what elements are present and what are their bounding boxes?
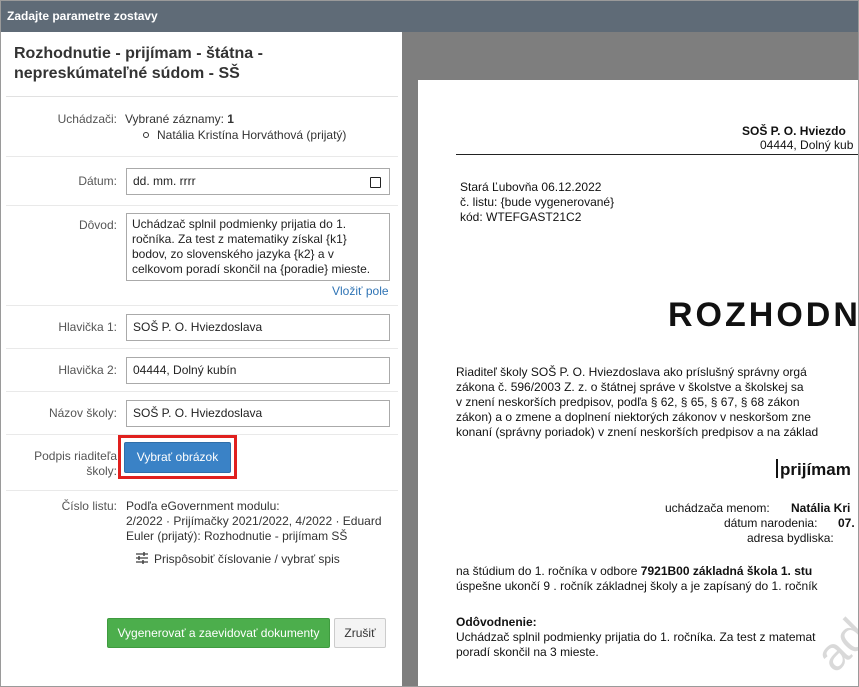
preview-study-line1: na štúdium do 1. ročníka v odbore 7921B0… (456, 564, 812, 578)
school-name-input[interactable]: SOŠ P. O. Hviezdoslava (126, 400, 390, 427)
preview-page: SOŠ P. O. Hviezdo 04444, Dolný kub Stará… (418, 80, 859, 686)
header2-label: Hlavička 2: (58, 363, 117, 377)
row-separator (6, 490, 398, 491)
preview-justification-line2: poradí skončil na 3 mieste. (456, 645, 599, 659)
title-divider (6, 96, 398, 97)
preview-study-line2: úspešne ukončí 9 . ročník základnej škol… (456, 579, 818, 593)
preview-subheading: prijímam (780, 460, 851, 479)
selected-records-prefix: Vybrané záznamy: (125, 112, 224, 126)
customize-numbering-text: Prispôsobiť číslovanie / vybrať spis (154, 552, 340, 566)
selected-records: Vybrané záznamy: 1 (125, 112, 234, 127)
preview-justification-line1: Uchádzač splnil podmienky prijatia do 1.… (456, 630, 816, 644)
applicant-name: Natália Kristína Horváthová (prijatý) (157, 128, 347, 142)
reason-textarea[interactable]: Uchádzač splnil podmienky prijatia do 1.… (126, 213, 390, 281)
date-input[interactable]: dd. mm. rrrr (126, 168, 390, 195)
generate-button[interactable]: Vygenerovať a zaevidovať dokumenty (107, 618, 330, 648)
sliders-icon (136, 552, 148, 564)
preview-letter-number: č. listu: {bude vygenerované} (460, 195, 615, 209)
bullet-icon (143, 132, 149, 138)
dialog-title: Zadajte parametre zostavy (1, 1, 858, 32)
header2-input[interactable]: 04444, Dolný kubín (126, 357, 390, 384)
preview-watermark: ad (805, 608, 859, 682)
choose-image-button[interactable]: Vybrať obrázok (124, 442, 231, 473)
preview-para1-line4: zákon) a o zmene a doplnení niektorých z… (456, 410, 811, 424)
header1-input[interactable]: SOŠ P. O. Hviezdoslava (126, 314, 390, 341)
preview-study-prefix: na štúdium do 1. ročníka v odbore (456, 564, 638, 578)
cancel-button[interactable]: Zrušiť (334, 618, 386, 648)
applicant-list-item: Natália Kristína Horváthová (prijatý) (143, 128, 383, 143)
preview-birth-label: dátum narodenia: (724, 516, 818, 530)
calendar-icon[interactable] (370, 177, 381, 188)
date-label: Dátum: (78, 174, 117, 188)
preview-heading: ROZHODN (668, 296, 859, 334)
preview-code: kód: WTEFGAST21C2 (460, 210, 582, 224)
row-separator (6, 348, 398, 349)
row-separator (6, 391, 398, 392)
date-placeholder: dd. mm. rrrr (133, 174, 196, 188)
parameters-panel: Rozhodnutie - prijímam - štátna - nepres… (1, 32, 402, 686)
preview-para1-line1: Riaditeľ školy SOŠ P. O. Hviezdoslava ak… (456, 365, 807, 379)
customize-numbering-link[interactable]: Prispôsobiť číslovanie / vybrať spis (135, 550, 340, 568)
school-name-label: Názov školy: (48, 406, 117, 420)
text-cursor (776, 459, 778, 478)
signature-label: Podpis riaditeľa školy: (34, 449, 117, 479)
preview-header-line2: 04444, Dolný kub (760, 138, 854, 152)
letter-number-line3: Euler (prijatý): Rozhodnutie - prijímam … (126, 529, 348, 543)
letter-number-line2: 2/2022 · Prijímačky 2021/2022, 4/2022 · … (126, 514, 382, 528)
letter-number-line1: Podľa eGovernment modulu: (126, 499, 280, 513)
preview-applicant-name: Natália Kri (791, 501, 851, 515)
preview-header-line1: SOŠ P. O. Hviezdo (742, 124, 846, 138)
preview-place-date: Stará Ľubovňa 06.12.2022 (460, 180, 602, 194)
row-separator (6, 156, 398, 157)
dialog-window: Zadajte parametre zostavy Rozhodnutie - … (0, 0, 859, 687)
preview-study-field: 7921B00 základná škola 1. stu (640, 564, 813, 578)
selected-records-count: 1 (227, 112, 234, 126)
document-preview[interactable]: SOŠ P. O. Hviezdo 04444, Dolný kub Stará… (402, 32, 859, 686)
preview-address-label: adresa bydliska: (747, 531, 834, 545)
preview-para1-line2: zákona č. 596/2003 Z. z. o štátnej správ… (456, 380, 804, 394)
preview-para1-line5: konaní (správny poriadok) v znení neskor… (456, 425, 819, 439)
row-separator (6, 305, 398, 306)
preview-para1-line3: v znení neskorších predpisov, podľa § 62… (456, 395, 800, 409)
applicants-label: Uchádzači: (57, 112, 117, 126)
letter-number-label: Číslo listu: (61, 499, 117, 513)
header1-label: Hlavička 1: (58, 320, 117, 334)
preview-justification-title: Odôvodnenie: (456, 615, 537, 629)
preview-applicant-label: uchádzača menom: (665, 501, 770, 515)
signature-label-line2: školy: (86, 464, 117, 478)
preview-birth-value: 07. (838, 516, 855, 530)
row-separator (6, 205, 398, 206)
insert-field-link[interactable]: Vložiť pole (332, 284, 389, 298)
reason-label: Dôvod: (78, 218, 117, 232)
preview-header-rule (456, 154, 858, 155)
letter-number-info: Podľa eGovernment modulu: 2/2022 · Prijí… (126, 499, 396, 544)
report-title: Rozhodnutie - prijímam - štátna - nepres… (14, 45, 263, 82)
signature-label-line1: Podpis riaditeľa (34, 449, 117, 463)
